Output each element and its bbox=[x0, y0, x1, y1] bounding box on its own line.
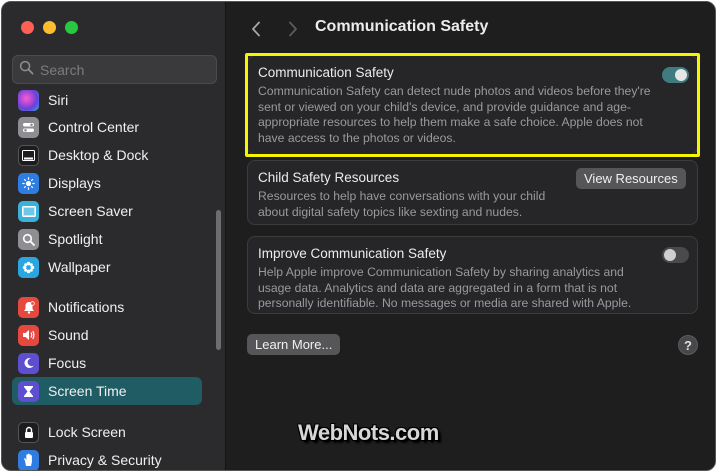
sidebar-item-wallpaper[interactable]: Wallpaper bbox=[12, 253, 202, 281]
sidebar-item-screen-saver[interactable]: Screen Saver bbox=[12, 197, 202, 225]
highlight-box bbox=[245, 53, 700, 157]
system-settings-window: Siri Control Center Desktop & Dock bbox=[1, 1, 716, 471]
screen-saver-icon bbox=[18, 200, 39, 222]
help-button[interactable]: ? bbox=[678, 335, 698, 355]
forward-button[interactable] bbox=[282, 17, 304, 41]
improve-communication-safety-toggle[interactable] bbox=[662, 247, 689, 263]
improve-communication-safety-card: Improve Communication Safety Help Apple … bbox=[247, 236, 698, 314]
sidebar-item-screen-time[interactable]: Screen Time bbox=[12, 377, 202, 405]
card-description: Help Apple improve Communication Safety … bbox=[258, 265, 632, 310]
main-pane: Communication Safety Communication Safet… bbox=[227, 2, 715, 470]
sound-icon bbox=[18, 324, 39, 346]
sidebar-item-focus[interactable]: Focus bbox=[12, 349, 202, 377]
control-center-icon bbox=[18, 116, 39, 138]
sidebar-item-label: Spotlight bbox=[48, 231, 103, 247]
siri-icon bbox=[18, 89, 39, 111]
toggle-knob bbox=[664, 249, 676, 261]
card-title: Child Safety Resources bbox=[258, 170, 400, 185]
focus-icon bbox=[18, 352, 39, 374]
sidebar-item-label: Wallpaper bbox=[48, 259, 111, 275]
displays-icon bbox=[18, 172, 39, 194]
sidebar-scrollbar[interactable] bbox=[216, 210, 221, 350]
child-safety-resources-card: Child Safety Resources Resources to help… bbox=[247, 160, 698, 225]
sidebar: Siri Control Center Desktop & Dock bbox=[2, 2, 226, 470]
traffic-lights bbox=[21, 21, 78, 34]
screen-time-icon bbox=[18, 380, 39, 402]
card-description: Resources to help have conversations wit… bbox=[258, 189, 546, 219]
notifications-icon bbox=[18, 296, 39, 318]
sidebar-item-label: Desktop & Dock bbox=[48, 147, 149, 163]
sidebar-item-label: Control Center bbox=[48, 119, 140, 135]
sidebar-item-label: Privacy & Security bbox=[48, 452, 162, 468]
sidebar-item-desktop-dock[interactable]: Desktop & Dock bbox=[12, 141, 202, 169]
sidebar-item-lock-screen[interactable]: Lock Screen bbox=[12, 418, 202, 446]
sidebar-item-label: Sound bbox=[48, 327, 89, 343]
search-icon bbox=[19, 60, 34, 80]
minimize-window-button[interactable] bbox=[43, 21, 56, 34]
chevron-right-icon bbox=[289, 21, 297, 37]
sidebar-item-label: Screen Saver bbox=[48, 203, 133, 219]
close-window-button[interactable] bbox=[21, 21, 34, 34]
sidebar-item-displays[interactable]: Displays bbox=[12, 169, 202, 197]
sidebar-item-label: Siri bbox=[48, 92, 69, 108]
back-button[interactable] bbox=[245, 17, 267, 41]
desktop-dock-icon bbox=[18, 144, 39, 166]
wallpaper-icon bbox=[18, 256, 39, 278]
sidebar-item-spotlight[interactable]: Spotlight bbox=[12, 225, 202, 253]
sidebar-item-control-center[interactable]: Control Center bbox=[12, 113, 202, 141]
sidebar-item-label: Lock Screen bbox=[48, 424, 126, 440]
view-resources-button[interactable]: View Resources bbox=[576, 168, 686, 189]
sidebar-item-sound[interactable]: Sound bbox=[12, 321, 202, 349]
zoom-window-button[interactable] bbox=[65, 21, 78, 34]
sidebar-item-label: Notifications bbox=[48, 299, 125, 315]
spotlight-icon bbox=[18, 228, 39, 250]
card-title: Improve Communication Safety bbox=[258, 246, 447, 261]
sidebar-item-privacy-security[interactable]: Privacy & Security bbox=[12, 446, 202, 470]
toolbar: Communication Safety bbox=[227, 15, 715, 43]
page-title: Communication Safety bbox=[315, 18, 489, 35]
sidebar-item-label: Screen Time bbox=[48, 383, 127, 399]
search-field[interactable] bbox=[12, 55, 217, 84]
sidebar-item-label: Displays bbox=[48, 175, 101, 191]
privacy-hand-icon bbox=[18, 449, 39, 470]
sidebar-item-siri[interactable]: Siri bbox=[12, 86, 202, 114]
chevron-left-icon bbox=[252, 21, 260, 37]
learn-more-button[interactable]: Learn More... bbox=[247, 334, 341, 355]
lock-screen-icon bbox=[18, 421, 39, 443]
search-input[interactable] bbox=[40, 61, 210, 78]
sidebar-item-notifications[interactable]: Notifications bbox=[12, 293, 202, 321]
sidebar-item-label: Focus bbox=[48, 355, 87, 371]
watermark-logo: WebNots.com bbox=[298, 420, 439, 445]
